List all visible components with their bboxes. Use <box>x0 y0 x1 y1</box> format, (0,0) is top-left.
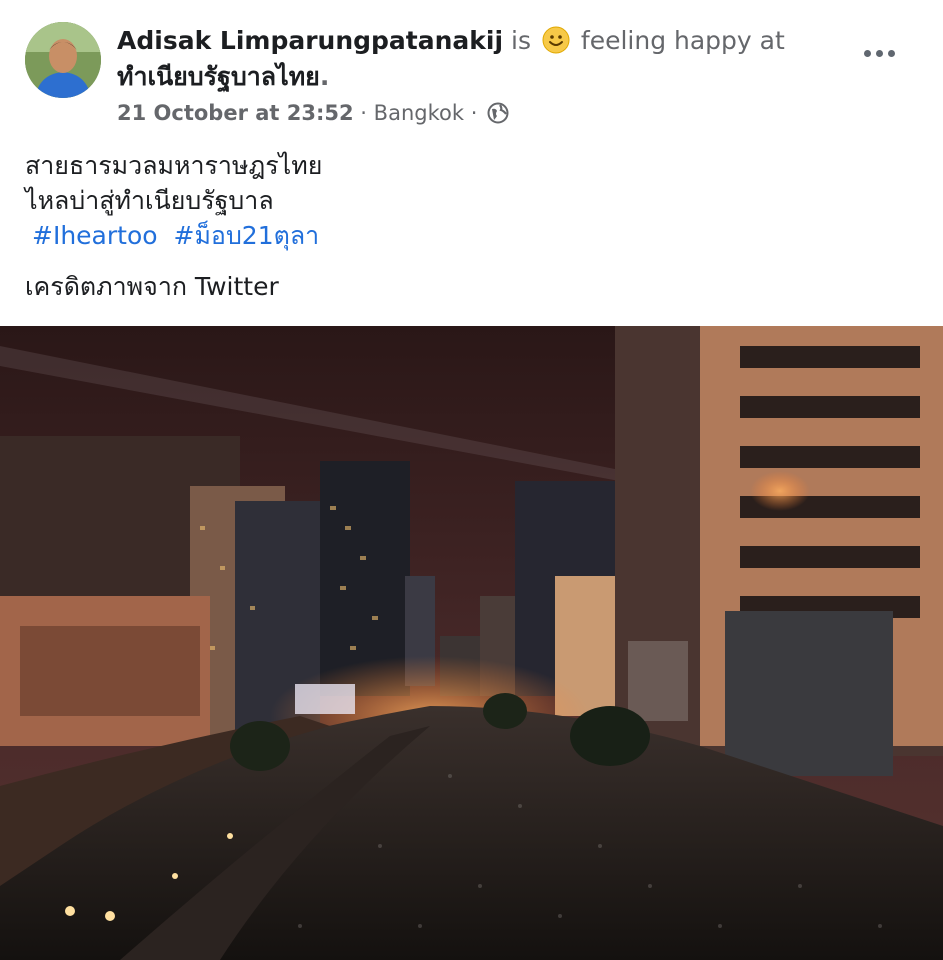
post-photo[interactable] <box>0 326 943 960</box>
post-header: Adisak Limparungpatanakij is feeling hap… <box>0 0 943 140</box>
location-period: . <box>319 62 330 91</box>
body-line-2: ไหลบ่าสู่ทำเนียบรัฐบาล <box>25 186 274 215</box>
post-timestamp[interactable]: 21 October at 23:52 <box>117 101 354 125</box>
location-line: ทำเนียบรัฐบาลไทย. <box>117 62 329 92</box>
post-meta: 21 October at 23:52 · Bangkok · <box>117 99 509 127</box>
post-place[interactable]: Bangkok <box>374 101 464 125</box>
hashtag-link[interactable]: #Iheartoo <box>32 221 158 250</box>
meta-separator-2: · <box>470 101 478 125</box>
body-line-1: สายธารมวลมหาราษฎรไทย <box>25 151 323 180</box>
hashtag-row: #Iheartoo #ม็อบ21ตุลา <box>25 218 322 253</box>
hashtag-link[interactable]: #ม็อบ21ตุลา <box>174 221 320 250</box>
is-text: is <box>511 26 531 55</box>
more-options-icon[interactable] <box>858 38 900 68</box>
facebook-post: Adisak Limparungpatanakij is feeling hap… <box>0 0 943 960</box>
night-crowd-street-photo <box>0 326 943 960</box>
author-name[interactable]: Adisak Limparungpatanakij <box>117 26 503 55</box>
feeling-text: feeling happy at <box>580 26 785 55</box>
author-avatar[interactable] <box>25 22 101 98</box>
post-title-line: Adisak Limparungpatanakij is feeling hap… <box>117 26 785 56</box>
dot-icon <box>875 49 883 57</box>
smiling-face-emoji-icon <box>542 26 570 54</box>
photo-credit: เครดิตภาพจาก Twitter <box>25 272 279 301</box>
dot-icon <box>887 49 895 57</box>
meta-separator: · <box>360 101 367 125</box>
location-page-link[interactable]: ทำเนียบรัฐบาลไทย <box>117 62 320 91</box>
post-body: สายธารมวลมหาราษฎรไทย ไหลบ่าสู่ทำเนียบรัฐ… <box>25 148 322 253</box>
dot-icon <box>863 49 871 57</box>
globe-icon[interactable] <box>487 102 509 124</box>
